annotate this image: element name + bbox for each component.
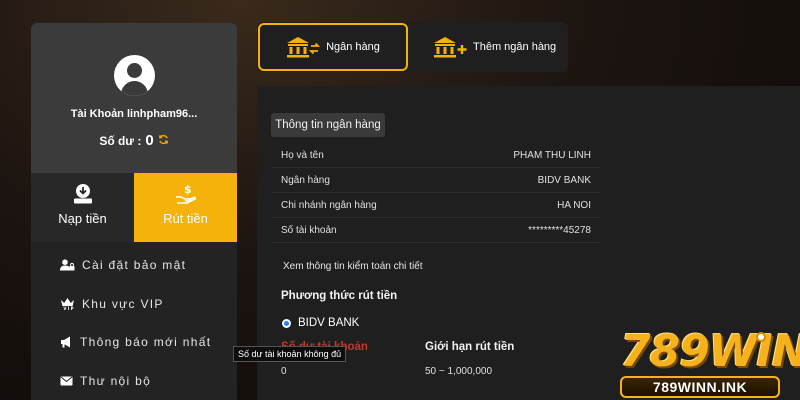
bank-info-button[interactable]: Thông tin ngân hàng (271, 113, 385, 137)
insufficient-balance-tooltip: Số dư tài khoản không đủ (233, 346, 347, 362)
row-value: BIDV BANK (537, 174, 591, 186)
row-label: Ngân hàng (281, 174, 330, 186)
deposit-label: Nạp tiền (58, 211, 107, 226)
svg-text:VIP: VIP (63, 306, 74, 310)
deposit-withdraw-actions: Nạp tiền $ Rút tiền (31, 173, 237, 242)
row-label: Chi nhánh ngân hàng (281, 199, 377, 211)
table-row: Số tài khoản *********45278 (271, 218, 601, 243)
row-value: *********45278 (528, 224, 591, 236)
tab-add-bank[interactable]: Thêm ngân hàng (433, 23, 556, 71)
withdraw-method-option[interactable]: BIDV BANK (282, 317, 359, 329)
table-row: Ngân hàng BIDV BANK (271, 168, 601, 193)
bank-tabs: Ngân hàng Thêm ngân hàng (257, 22, 568, 72)
bank-info-table: Họ và tên PHAM THU LINH Ngân hàng BIDV B… (271, 143, 601, 243)
sidebar: Tài Khoản linhpham96... Số dư : 0 Nạp ti… (31, 23, 237, 400)
row-value: HA NOI (557, 199, 591, 211)
balance-label: Số dư : (99, 134, 142, 148)
profile-card: Tài Khoản linhpham96... Số dư : 0 (31, 23, 237, 173)
user-lock-icon (60, 259, 75, 271)
balance-row: Số dư : 0 (99, 132, 168, 149)
add-bank-icon (434, 37, 467, 58)
withdraw-button[interactable]: $ Rút tiền (134, 173, 237, 242)
limit-column: Giới hạn rút tiền 50 ~ 1,000,000 (425, 341, 514, 377)
menu-item-label: Thông báo mới nhất (80, 335, 212, 350)
brand-url: 789WINN.INK (620, 376, 780, 398)
table-row: Chi nhánh ngân hàng HA NOI (271, 193, 601, 218)
withdraw-method-title: Phương thức rút tiền (281, 290, 398, 302)
menu-item-label: Thư nội bộ (80, 373, 152, 388)
deposit-button[interactable]: Nạp tiền (31, 173, 134, 242)
menu-item-label: Cài đặt bảo mật (82, 258, 187, 273)
refresh-icon[interactable] (158, 133, 169, 148)
tab-add-bank-label: Thêm ngân hàng (473, 41, 557, 53)
table-row: Họ và tên PHAM THU LINH (271, 143, 601, 168)
menu-item-notifications[interactable]: Thông báo mới nhất (31, 323, 237, 362)
withdraw-icon: $ (175, 183, 196, 204)
withdraw-label: Rút tiền (163, 211, 208, 226)
avatar-body (120, 81, 148, 96)
balance-column-value: 0 (281, 366, 287, 377)
crown-icon: VIP (61, 298, 74, 310)
menu-item-vip[interactable]: VIP Khu vực VIP (31, 285, 237, 324)
megaphone-icon (61, 336, 70, 348)
balance-value: 0 (145, 132, 154, 149)
envelope-icon (60, 376, 73, 386)
brand-logo: 789WIN 789WINN.INK (620, 330, 800, 398)
deposit-icon (73, 184, 92, 204)
row-label: Số tài khoản (281, 224, 337, 236)
avatar-head (126, 63, 142, 78)
menu-item-inbox[interactable]: Thư nội bộ (31, 362, 237, 400)
menu-item-security[interactable]: Cài đặt bảo mật (31, 246, 237, 285)
menu-item-label: Khu vực VIP (82, 296, 164, 311)
sidebar-menu: Cài đặt bảo mật VIP Khu vực VIP Thông bá… (31, 242, 237, 400)
account-name: Tài Khoản linhpham96... (70, 108, 198, 120)
limit-column-value: 50 ~ 1,000,000 (425, 366, 493, 377)
row-label: Họ và tên (281, 149, 324, 161)
svg-text:$: $ (184, 183, 192, 196)
bank-icon (287, 37, 321, 58)
tab-bank[interactable]: Ngân hàng (258, 23, 408, 71)
withdraw-method-label: BIDV BANK (298, 317, 360, 329)
soccer-ball-icon (756, 332, 766, 342)
audit-details-link[interactable]: Xem thông tin kiểm toán chi tiết (283, 261, 423, 272)
radio-selected[interactable] (282, 318, 291, 328)
tab-bank-label: Ngân hàng (326, 41, 380, 53)
row-value: PHAM THU LINH (513, 149, 591, 161)
limit-column-header: Giới hạn rút tiền (425, 341, 515, 353)
avatar[interactable] (113, 55, 155, 96)
